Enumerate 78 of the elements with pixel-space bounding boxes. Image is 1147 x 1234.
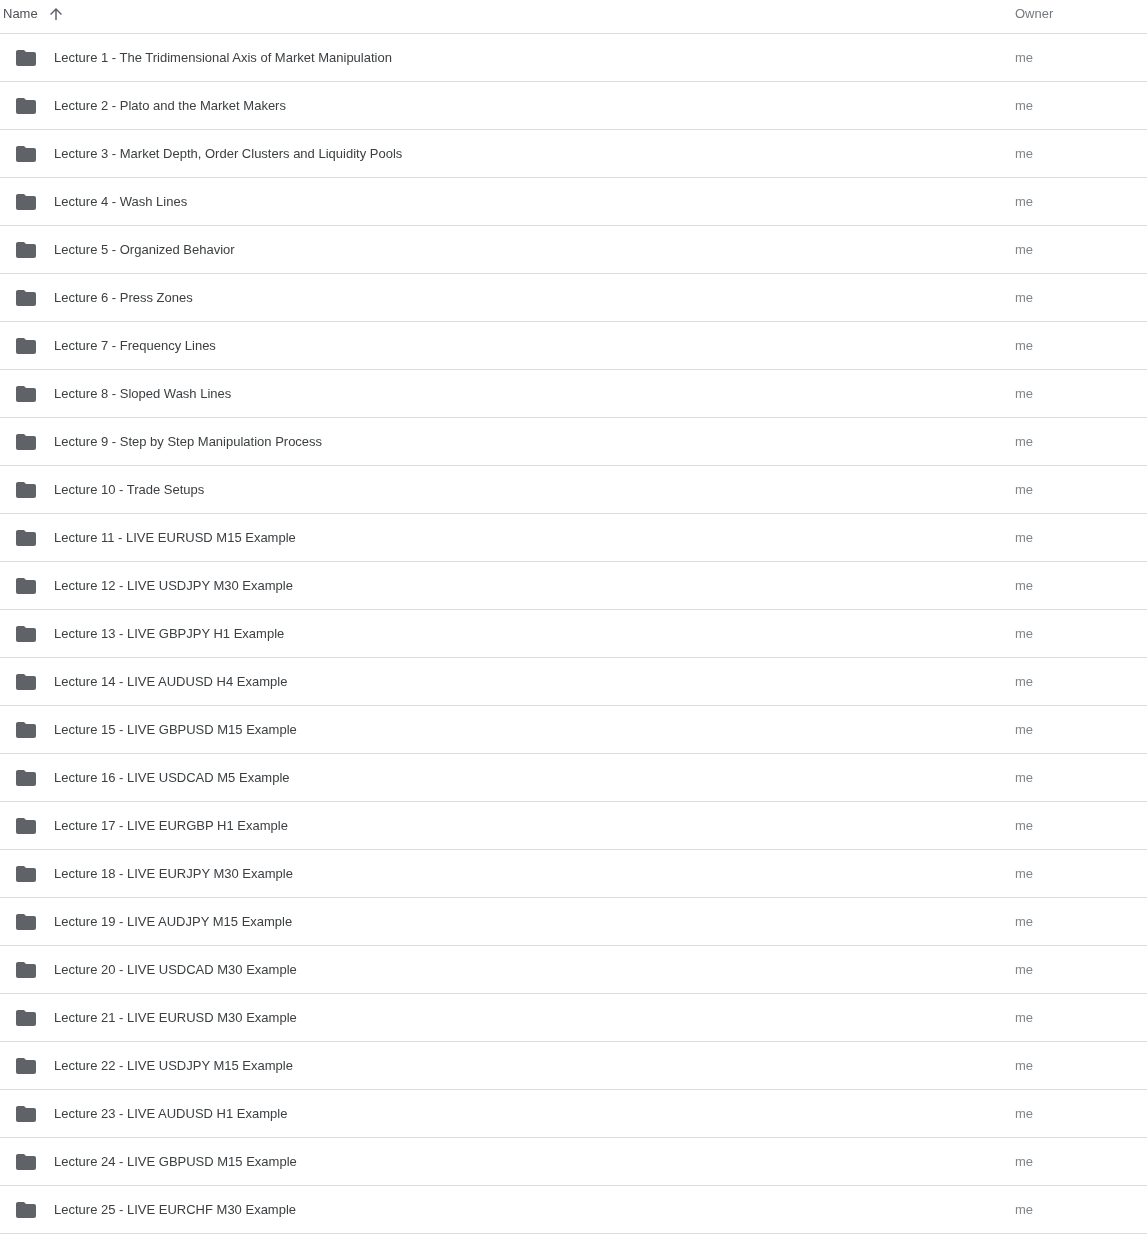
owner-text: me [1015, 242, 1034, 257]
owner-text: me [1015, 626, 1034, 641]
owner-text: me [1015, 578, 1034, 593]
folder-name[interactable]: Lecture 24 - LIVE GBPUSD M15 Example [54, 1154, 297, 1169]
folder-name[interactable]: Lecture 2 - Plato and the Market Makers [54, 98, 286, 113]
folder-icon [16, 1153, 36, 1170]
folder-name[interactable]: Lecture 4 - Wash Lines [54, 194, 188, 209]
folder-name[interactable]: Lecture 22 - LIVE USDJPY M15 Example [54, 1058, 293, 1073]
owner-text: me [1015, 98, 1034, 113]
folder-icon [16, 433, 36, 450]
folder-icon [16, 529, 36, 546]
owner-text: me [1015, 722, 1034, 737]
folder-icon [16, 577, 36, 594]
folder-icon [16, 625, 36, 642]
owner-text: me [1015, 194, 1034, 209]
folder-name[interactable]: Lecture 25 - LIVE EURCHF M30 Example [54, 1202, 297, 1217]
folder-name[interactable]: Lecture 20 - LIVE USDCAD M30 Example [54, 962, 297, 977]
owner-text: me [1015, 146, 1034, 161]
folder-icon [16, 289, 36, 306]
owner-text: me [1015, 1010, 1034, 1025]
column-header[interactable]: Owner [1015, 6, 1054, 21]
owner-text: me [1015, 434, 1034, 449]
folder-icon [16, 1057, 36, 1074]
folder-icon [16, 817, 36, 834]
folder-icon [16, 913, 36, 930]
folder-icon [16, 769, 36, 786]
folder-icon [16, 337, 36, 354]
owner-text: me [1015, 530, 1034, 545]
folder-name[interactable]: Lecture 19 - LIVE AUDJPY M15 Example [54, 914, 293, 929]
owner-text: me [1015, 386, 1034, 401]
owner-text: me [1015, 1154, 1034, 1169]
folder-name[interactable]: Lecture 16 - LIVE USDCAD M5 Example [54, 770, 290, 785]
folder-icon [16, 721, 36, 738]
folder-name[interactable]: Lecture 9 - Step by Step Manipulation Process [54, 434, 323, 449]
folder-icon [16, 481, 36, 498]
arrow-up-icon[interactable] [49, 7, 62, 20]
folder-name[interactable]: Lecture 17 - LIVE EURGBP H1 Example [54, 818, 288, 833]
folder-icon [16, 1105, 36, 1122]
folder-icon [16, 1201, 36, 1218]
folder-icon [16, 961, 36, 978]
folder-name[interactable]: Lecture 21 - LIVE EURUSD M30 Example [54, 1010, 297, 1025]
folder-icon [16, 673, 36, 690]
folder-name[interactable]: Lecture 14 - LIVE AUDUSD H4 Example [54, 674, 288, 689]
folder-name[interactable]: Lecture 7 - Frequency Lines [54, 338, 216, 353]
owner-text: me [1015, 674, 1034, 689]
folder-name[interactable]: Lecture 18 - LIVE EURJPY M30 Example [54, 866, 293, 881]
owner-text: me [1015, 290, 1034, 305]
folder-name[interactable]: Lecture 3 - Market Depth, Order Clusters and Liquidity Pools [54, 146, 403, 161]
owner-text: me [1015, 962, 1034, 977]
folder-icon [16, 193, 36, 210]
folder-icon [16, 1009, 36, 1026]
folder-icon [16, 49, 36, 66]
folder-name[interactable]: Lecture 15 - LIVE GBPUSD M15 Example [54, 722, 297, 737]
folder-icon [16, 145, 36, 162]
folder-name[interactable]: Lecture 5 - Organized Behavior [54, 242, 235, 257]
folder-name[interactable]: Lecture 23 - LIVE AUDUSD H1 Example [54, 1106, 288, 1121]
owner-text: me [1015, 1106, 1034, 1121]
owner-text: me [1015, 1058, 1034, 1073]
folder-name[interactable]: Lecture 11 - LIVE EURUSD M15 Example [54, 530, 296, 545]
folder-name[interactable]: Lecture 6 - Press Zones [54, 290, 193, 305]
owner-text: me [1015, 866, 1034, 881]
folder-name[interactable]: Lecture 10 - Trade Setups [54, 482, 205, 497]
folder-name[interactable]: Lecture 12 - LIVE USDJPY M30 Example [54, 578, 293, 593]
owner-text: me [1015, 50, 1034, 65]
column-header[interactable]: Name [3, 6, 38, 21]
owner-text: me [1015, 338, 1034, 353]
folder-name[interactable]: Lecture 1 - The Tridimensional Axis of Market Manipulation [54, 50, 392, 65]
folder-name[interactable]: Lecture 13 - LIVE GBPJPY H1 Example [54, 626, 285, 641]
folder-icon [16, 865, 36, 882]
owner-text: me [1015, 482, 1034, 497]
folder-name[interactable]: Lecture 8 - Sloped Wash Lines [54, 386, 232, 401]
folder-icon [16, 241, 36, 258]
folder-icon [16, 97, 36, 114]
owner-text: me [1015, 770, 1034, 785]
folder-icon [16, 385, 36, 402]
owner-text: me [1015, 1202, 1034, 1217]
owner-text: me [1015, 914, 1034, 929]
owner-text: me [1015, 818, 1034, 833]
